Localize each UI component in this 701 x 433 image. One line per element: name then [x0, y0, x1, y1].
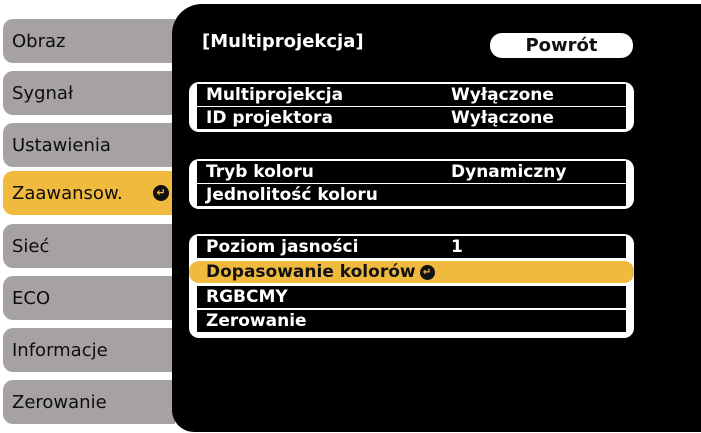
menu-row-jednolitosc-koloru[interactable]: Jednolitość koloru [189, 184, 634, 207]
sidebar-item-label: ECO [12, 287, 51, 309]
sidebar-item-obraz[interactable]: Obraz [3, 19, 175, 63]
settings-panel: [Multiprojekcja] Powrót Multiprojekcja W… [172, 4, 701, 432]
page-title: [Multiprojekcja] [202, 31, 364, 52]
sidebar-item-label: Sieć [12, 235, 50, 257]
menu-sidebar: Obraz Sygnał Ustawienia Zaawansow. ↵ Sie… [0, 0, 175, 433]
row-label: Zerowanie [206, 311, 307, 331]
sidebar-item-zerowanie[interactable]: Zerowanie [3, 380, 175, 424]
row-label: ID projektora [206, 108, 333, 128]
row-value: Wyłączone [451, 85, 554, 105]
sidebar-item-sygnal[interactable]: Sygnał [3, 71, 175, 115]
row-value: Dynamiczny [451, 162, 567, 182]
settings-group-color: Tryb koloru Dynamiczny Jednolitość kolor… [189, 159, 634, 209]
back-button[interactable]: Powrót [490, 33, 633, 58]
row-value: 1 [451, 237, 463, 257]
menu-row-rgbcmy[interactable]: RGBCMY [189, 286, 634, 309]
row-label: RGBCMY [206, 287, 288, 307]
sidebar-item-label: Sygnał [12, 82, 74, 104]
sidebar-item-zaawansow[interactable]: Zaawansow. ↵ [3, 171, 175, 215]
sidebar-item-label: Zerowanie [12, 391, 107, 413]
menu-row-poziom-jasnosci[interactable]: Poziom jasności 1 [189, 236, 634, 259]
menu-row-multiprojekcja[interactable]: Multiprojekcja Wyłączone [189, 84, 634, 107]
sidebar-item-label: Informacje [12, 339, 108, 361]
settings-group-brightness: Poziom jasności 1 Dopasowanie kolorów ↵ R… [189, 234, 634, 338]
enter-arrow-icon: ↵ [153, 185, 169, 201]
settings-group-multiprojection: Multiprojekcja Wyłączone ID projektora W… [189, 82, 634, 132]
row-label: Dopasowanie kolorów [206, 262, 416, 282]
sidebar-item-eco[interactable]: ECO [3, 276, 175, 320]
enter-arrow-icon: ↵ [419, 264, 435, 280]
sidebar-item-label: Obraz [12, 30, 66, 52]
menu-row-id-projektora[interactable]: ID projektora Wyłączone [189, 107, 634, 130]
row-label: Multiprojekcja [206, 85, 344, 105]
sidebar-item-siec[interactable]: Sieć [3, 224, 175, 268]
menu-row-zerowanie[interactable]: Zerowanie [189, 310, 634, 333]
sidebar-item-informacje[interactable]: Informacje [3, 328, 175, 372]
menu-row-dopasowanie-kolorow[interactable]: Dopasowanie kolorów ↵ [189, 261, 634, 284]
row-label: Tryb koloru [206, 162, 314, 182]
sidebar-item-label: Zaawansow. [12, 182, 123, 204]
row-label: Jednolitość koloru [206, 185, 378, 205]
row-label: Poziom jasności [206, 237, 359, 257]
row-value: Wyłączone [451, 108, 554, 128]
sidebar-item-ustawienia[interactable]: Ustawienia [3, 123, 175, 167]
menu-row-tryb-koloru[interactable]: Tryb koloru Dynamiczny [189, 161, 634, 184]
sidebar-item-label: Ustawienia [12, 134, 111, 156]
